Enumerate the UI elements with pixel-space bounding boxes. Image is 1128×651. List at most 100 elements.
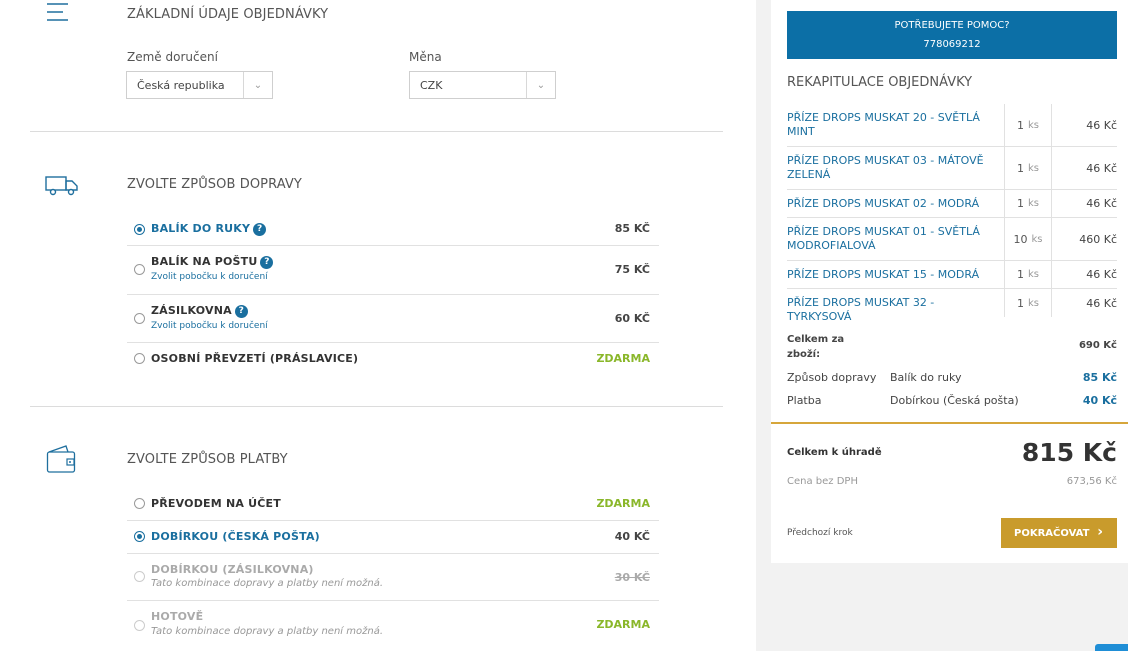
previous-step-link[interactable]: Předchozí krok [787,528,853,538]
product-link[interactable]: PŘÍZE DROPS MUSKAT 02 - MODRÁ [787,197,992,211]
radio-unselected[interactable] [134,264,145,275]
currency-value: CZK [420,79,443,92]
item-qty: 1 ks [1004,147,1052,189]
option-price: 60 KČ [614,312,650,325]
help-phone[interactable]: 778069212 [787,39,1117,50]
shipping-option-balik-do-ruky[interactable]: BALÍK DO RUKY? 85 KČ [127,212,659,246]
item-price: 46 Kč [1086,296,1117,310]
help-icon[interactable]: ? [234,305,248,318]
payment-option-dobirkou-ceska-posta[interactable]: DOBÍRKOU (ČESKÁ POŠTA) 40 KČ [127,521,659,554]
product-link[interactable]: PŘÍZE DROPS MUSKAT 32 - TYRKYSOVÁ [787,296,992,324]
option-price: 30 KČ [614,571,650,584]
continue-label: POKRAČOVAT [1014,527,1090,539]
table-row: PŘÍZE DROPS MUSKAT 02 - MODRÁ 1 ks 46 Kč [787,190,1117,218]
option-label: DOBÍRKOU (ZÁSILKOVNA) [151,563,314,576]
radio-unselected[interactable] [134,353,145,364]
total-divider [771,422,1128,424]
table-row: PŘÍZE DROPS MUSKAT 20 - SVĚTLÁ MINT 1 ks … [787,104,1117,147]
shipping-label: Způsob dopravy [787,371,877,384]
product-link[interactable]: PŘÍZE DROPS MUSKAT 15 - MODRÁ [787,268,992,282]
option-price: 40 KČ [614,530,650,543]
currency-select[interactable]: CZK ⌄ [409,71,556,99]
item-price: 46 Kč [1086,161,1117,175]
option-label: DOBÍRKOU (ČESKÁ POŠTA) [151,530,320,543]
chevron-down-icon: ⌄ [243,72,272,98]
goods-total-label: Celkem za zboží: [787,334,845,360]
country-value: Česká republika [137,79,225,92]
shipping-title: ZVOLTE ZPŮSOB DOPRAVY [127,177,302,192]
item-price: 460 Kč [1079,232,1117,246]
payment-title: ZVOLTE ZPŮSOB PLATBY [127,452,288,467]
payment-method: Dobírkou (Česká pošta) [890,394,1019,407]
option-price: ZDARMA [596,497,650,510]
payment-option-prevodem[interactable]: PŘEVODEM NA ÚČET ZDARMA [127,487,659,521]
choose-branch-link[interactable]: Zvolit pobočku k doručení [151,321,268,331]
payment-option-hotove: HOTOVĚ Tato kombinace dopravy a platby n… [127,601,659,649]
country-label: Země doručení [127,50,218,64]
product-link[interactable]: PŘÍZE DROPS MUSKAT 03 - MÁTOVĚ ZELENÁ [787,154,992,182]
table-row: PŘÍZE DROPS MUSKAT 03 - MÁTOVĚ ZELENÁ 1k… [787,147,1117,190]
help-icon[interactable]: ? [253,223,267,236]
option-label: HOTOVĚ [151,610,204,623]
option-unavailable-note: Tato kombinace dopravy a platby není mož… [151,578,384,589]
option-label: BALÍK DO RUKY? [151,222,267,236]
shipping-option-zasilkovna[interactable]: ZÁSILKOVNA? Zvolit pobočku k doručení 60… [127,295,659,343]
option-label: OSOBNÍ PŘEVZETÍ (PRÁSLAVICE) [151,352,359,365]
help-title: POTŘEBUJETE POMOC? [894,20,1010,31]
option-price: ZDARMA [596,352,650,365]
order-info-title: ZÁKLADNÍ ÚDAJE OBJEDNÁVKY [127,7,329,22]
recap-title: REKAPITULACE OBJEDNÁVKY [787,75,973,90]
option-label: PŘEVODEM NA ÚČET [151,497,281,510]
option-price: 85 KČ [614,222,650,235]
radio-disabled [134,571,145,582]
product-link[interactable]: PŘÍZE DROPS MUSKAT 20 - SVĚTLÁ MINT [787,111,992,139]
radio-unselected[interactable] [134,313,145,324]
wallet-icon [46,445,76,473]
help-icon[interactable]: ? [260,256,274,269]
chevron-right-icon: › [1097,524,1103,540]
net-price-label: Cena bez DPH [787,476,858,487]
table-row: PŘÍZE DROPS MUSKAT 32 - TYRKYSOVÁ 1 ks 46… [787,289,1117,323]
option-label: ZÁSILKOVNA? [151,304,248,318]
shipping-option-osobni-prevzeti[interactable]: OSOBNÍ PŘEVZETÍ (PRÁSLAVICE) ZDARMA [127,343,659,375]
radio-selected[interactable] [134,531,145,542]
help-contact-box[interactable]: POTŘEBUJETE POMOC? 778069212 [787,11,1117,59]
option-price: 75 KČ [614,263,650,276]
choose-branch-link[interactable]: Zvolit pobočku k doručení [151,272,268,282]
item-price: 46 Kč [1086,197,1117,210]
chevron-down-icon: ⌄ [526,72,555,98]
payment-price: 40 Kč [1082,394,1117,407]
payment-label: Platba [787,394,822,407]
goods-total-value: 690 Kč [1078,340,1117,351]
payment-option-dobirkou-zasilkovna: DOBÍRKOU (ZÁSILKOVNA) Tato kombinace dop… [127,554,659,601]
item-qty: 10 ks [1004,218,1052,260]
option-label: BALÍK NA POŠTU? [151,255,274,269]
option-price: ZDARMA [596,618,650,631]
option-unavailable-note: Tato kombinace dopravy a platby není mož… [151,626,384,637]
item-qty: 1 ks [1004,289,1052,317]
table-row: PŘÍZE DROPS MUSKAT 01 - SVĚTLÁ MODROFIAL… [787,218,1117,261]
table-row: PŘÍZE DROPS MUSKAT 15 - MODRÁ 1 ks 46 Kč [787,261,1117,289]
radio-selected[interactable] [134,224,145,235]
item-qty: 1 ks [1004,104,1052,146]
item-price: 46 Kč [1086,268,1117,281]
shipping-option-balik-na-postu[interactable]: BALÍK NA POŠTU? Zvolit pobočku k doručen… [127,246,659,295]
radio-disabled [134,620,145,631]
product-link[interactable]: PŘÍZE DROPS MUSKAT 01 - SVĚTLÁ MODROFIAL… [787,225,992,253]
currency-label: Měna [409,50,442,64]
continue-button[interactable]: POKRAČOVAT › [1001,518,1117,548]
recap-table: PŘÍZE DROPS MUSKAT 20 - SVĚTLÁ MINT 1 ks … [787,104,1117,323]
section-divider [30,406,723,407]
grand-total-label: Celkem k úhradě [787,447,882,458]
shipping-price: 85 Kč [1082,371,1117,384]
item-qty: 1 ks [1004,190,1052,217]
grand-total-value: 815 Kč [1021,438,1117,467]
floating-button[interactable] [1095,644,1128,651]
shipping-method: Balík do ruky [890,371,962,384]
net-price-value: 673,56 Kč [1066,476,1117,487]
country-select[interactable]: Česká republika ⌄ [126,71,273,99]
item-price: 46 Kč [1086,118,1117,132]
item-qty: 1 ks [1004,261,1052,288]
radio-unselected[interactable] [134,498,145,509]
section-divider [30,131,723,132]
